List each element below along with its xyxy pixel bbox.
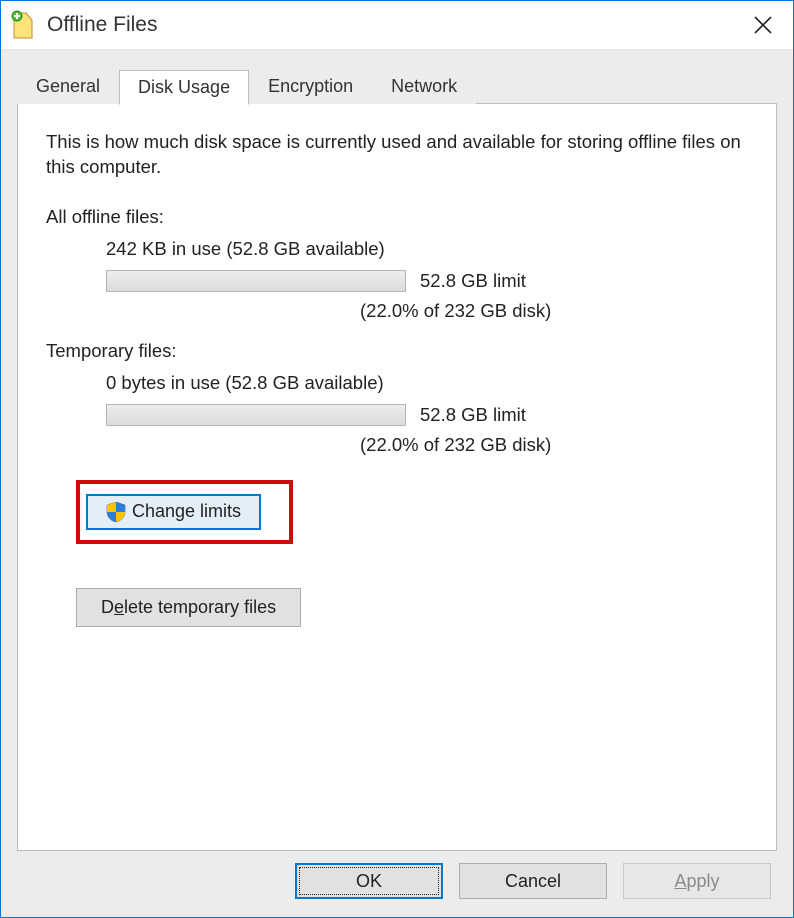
delete-temp-label: Delete temporary files: [101, 597, 276, 618]
uac-shield-icon: [106, 501, 126, 523]
window-title: Offline Files: [47, 13, 733, 37]
titlebar: Offline Files: [1, 1, 793, 51]
apply-label: Apply: [674, 871, 719, 892]
close-button[interactable]: [733, 0, 793, 50]
ok-label: OK: [356, 871, 382, 892]
change-limits-button[interactable]: Change limits: [86, 494, 261, 530]
temp-files-progress: [106, 404, 406, 426]
dialog-button-bar: OK Cancel Apply: [17, 851, 777, 903]
temp-files-usage: 0 bytes in use (52.8 GB available): [106, 372, 748, 394]
offline-files-icon: [11, 10, 35, 40]
temp-files-percent: (22.0% of 232 GB disk): [360, 434, 748, 456]
tab-panel-disk-usage: This is how much disk space is currently…: [17, 103, 777, 851]
client-area: General Disk Usage Encryption Network Th…: [1, 51, 793, 917]
tab-network[interactable]: Network: [372, 69, 476, 104]
apply-button: Apply: [623, 863, 771, 899]
tab-disk-usage[interactable]: Disk Usage: [119, 70, 249, 105]
ok-button[interactable]: OK: [295, 863, 443, 899]
offline-files-dialog: Offline Files General Disk Usage Encrypt…: [0, 0, 794, 918]
change-limits-label: Change limits: [132, 501, 241, 522]
tab-general[interactable]: General: [17, 69, 119, 104]
all-offline-limit: 52.8 GB limit: [420, 270, 526, 292]
tabstrip: General Disk Usage Encryption Network: [17, 69, 777, 104]
all-offline-percent: (22.0% of 232 GB disk): [360, 300, 748, 322]
change-limits-highlight: Change limits: [76, 480, 293, 544]
cancel-label: Cancel: [505, 871, 561, 892]
all-offline-usage: 242 KB in use (52.8 GB available): [106, 238, 748, 260]
temp-files-limit: 52.8 GB limit: [420, 404, 526, 426]
close-icon: [754, 16, 772, 34]
delete-temp-files-button[interactable]: Delete temporary files: [76, 588, 301, 627]
all-offline-progress: [106, 270, 406, 292]
temp-files-label: Temporary files:: [46, 340, 748, 362]
all-offline-label: All offline files:: [46, 206, 748, 228]
cancel-button[interactable]: Cancel: [459, 863, 607, 899]
description-text: This is how much disk space is currently…: [46, 130, 748, 180]
tab-encryption[interactable]: Encryption: [249, 69, 372, 104]
